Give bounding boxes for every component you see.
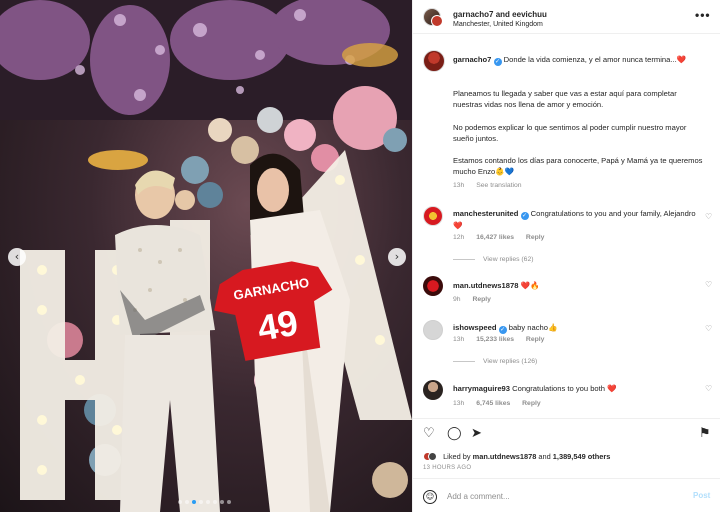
carousel-dot [220, 500, 224, 504]
comment-username[interactable]: harrymaguire93 [453, 384, 510, 393]
comment-body: ❤️🔥 [520, 281, 540, 290]
chevron-left-icon[interactable]: ‹ [8, 248, 26, 266]
caption-time: 13h [453, 182, 465, 189]
comment-body: baby nacho👍 [508, 323, 558, 332]
caption-meta: 13h See translation [453, 182, 532, 189]
post-side-panel: garnacho7 and eevichuu Manchester, Unite… [412, 0, 720, 512]
caption-paragraph: Planeamos tu llegada y saber que vas a e… [453, 89, 677, 109]
carousel-indicator [178, 500, 231, 504]
post-photo[interactable]: GARNACHO 49 ‹ › [0, 0, 412, 512]
verified-badge-icon: ✓ [498, 326, 507, 334]
comment-text: manchesterunited ✓ Congratulations to yo… [453, 208, 703, 231]
caption: garnacho7 ✓ Donde la vida comienza, y el… [453, 54, 703, 66]
caption-paragraph: Donde la vida comienza, y el amor nunca … [503, 55, 687, 64]
heart-icon[interactable]: ♡ [423, 427, 435, 441]
likes-summary: Liked by man.utdnews1878 and 1,389,549 o… [423, 452, 610, 461]
divider [453, 258, 475, 260]
comments-list[interactable]: garnacho7 ✓ Donde la vida comienza, y el… [413, 34, 720, 418]
see-translation-link[interactable]: See translation [476, 182, 521, 189]
view-replies-label: View replies (126) [483, 358, 538, 365]
post-authors: garnacho7 and eevichuu [453, 10, 547, 19]
send-icon[interactable]: ➤ [471, 427, 482, 441]
view-replies-label: View replies (62) [483, 256, 534, 263]
carousel-dot [213, 500, 217, 504]
divider [453, 360, 475, 362]
verified-badge-icon: ✓ [493, 58, 502, 66]
author-joiner: and [495, 10, 510, 19]
comment-username[interactable]: ishowspeed [453, 323, 496, 332]
reply-button[interactable]: Reply [526, 336, 545, 343]
heart-icon[interactable]: ♡ [705, 324, 712, 333]
coauthor-username[interactable]: eevichuu [512, 10, 547, 19]
photo-illustration: GARNACHO 49 [0, 0, 412, 512]
comment-likes[interactable]: 6,745 likes [476, 400, 510, 407]
comment-time: 13h [453, 336, 465, 343]
view-replies-button[interactable]: View replies (62) [453, 256, 534, 263]
carousel-dot [206, 500, 210, 504]
comment-username[interactable]: man.utdnews1878 [453, 281, 518, 290]
liked-by-count[interactable]: 1,389,549 others [553, 452, 611, 461]
verified-badge-icon: ✓ [520, 212, 529, 220]
liked-by-user[interactable]: man.utdnews1878 [473, 452, 537, 461]
add-comment-bar: ☺ Post [413, 478, 720, 512]
avatar[interactable] [423, 50, 445, 72]
avatar[interactable] [423, 380, 443, 400]
author-username[interactable]: garnacho7 [453, 10, 493, 19]
comment-time: 12h [453, 234, 465, 241]
comment-time: 9h [453, 296, 461, 303]
caption-paragraph: Estamos contando los días para conocerte… [453, 156, 703, 176]
post-actions: ♡ ◯ ➤ ⚑ Liked by man.utdnews1878 and 1,3… [413, 418, 720, 478]
post-button[interactable]: Post [693, 491, 710, 500]
post-location[interactable]: Manchester, United Kingdom [453, 21, 543, 28]
reply-button[interactable]: Reply [522, 400, 541, 407]
comment-input[interactable] [447, 488, 677, 504]
comment-text: ishowspeed ✓ baby nacho👍 [453, 322, 703, 334]
comment-text: harrymaguire93 Congratulations to you bo… [453, 383, 703, 394]
avatar [428, 452, 437, 461]
comment-likes[interactable]: 15,233 likes [476, 336, 514, 343]
avatar[interactable] [423, 320, 443, 340]
comment-meta: 12h 16,427 likes Reply [453, 234, 554, 241]
heart-icon[interactable]: ♡ [705, 384, 712, 393]
comment-username[interactable]: manchesterunited [453, 209, 518, 218]
liked-by-prefix: Liked by [443, 452, 471, 461]
view-replies-button[interactable]: View replies (126) [453, 358, 537, 365]
more-horizontal-icon[interactable]: ••• [695, 8, 711, 22]
post-header: garnacho7 and eevichuu Manchester, Unite… [413, 0, 720, 34]
comment-text: man.utdnews1878 ❤️🔥 [453, 280, 703, 291]
comment-meta: 9h Reply [453, 296, 501, 303]
comment-likes[interactable]: 16,427 likes [476, 234, 514, 241]
bookmark-icon[interactable]: ⚑ [699, 427, 711, 441]
jersey-number: 49 [254, 302, 301, 349]
avatar[interactable] [423, 276, 443, 296]
comment-time: 13h [453, 400, 465, 407]
carousel-dot [227, 500, 231, 504]
reply-button[interactable]: Reply [526, 234, 545, 241]
caption-paragraph: No podemos explicar lo que sentimos al p… [453, 123, 687, 143]
smiley-icon[interactable]: ☺ [423, 490, 437, 504]
carousel-dot [178, 500, 182, 504]
avatar[interactable] [431, 15, 443, 27]
heart-icon[interactable]: ♡ [705, 212, 712, 221]
chevron-right-icon[interactable]: › [388, 248, 406, 266]
caption-username[interactable]: garnacho7 [453, 55, 491, 64]
post-time: 13 HOURS AGO [423, 465, 472, 471]
carousel-dot [185, 500, 189, 504]
carousel-dot [199, 500, 203, 504]
comment-meta: 13h 6,745 likes Reply [453, 400, 551, 407]
heart-icon[interactable]: ♡ [705, 280, 712, 289]
avatar[interactable] [423, 206, 443, 226]
comment-meta: 13h 15,233 likes Reply [453, 336, 554, 343]
reply-button[interactable]: Reply [472, 296, 491, 303]
comment-body: Congratulations to you both ❤️ [512, 384, 617, 393]
carousel-dot-active [192, 500, 196, 504]
liked-by-and: and [538, 452, 551, 461]
comment-icon[interactable]: ◯ [447, 427, 462, 441]
